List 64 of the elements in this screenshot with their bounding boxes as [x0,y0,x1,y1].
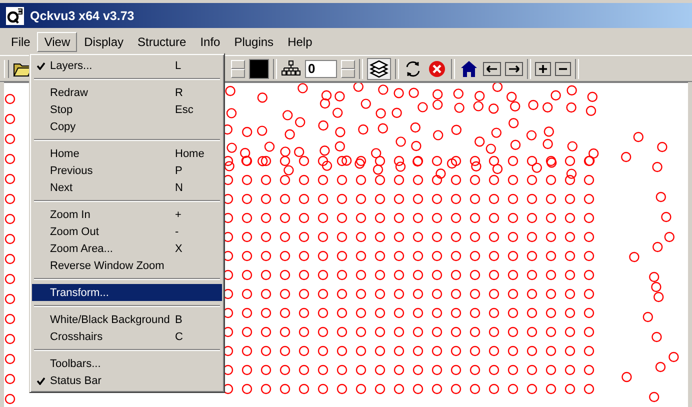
left-arrow-icon[interactable] [483,62,501,76]
menu-entry[interactable]: Redraw R [32,84,222,101]
menu-label: Home [50,148,80,160]
app-logo-icon [6,6,24,24]
menu-entry[interactable]: Stop Esc [32,101,222,118]
level-field[interactable]: 0 [305,60,337,78]
shortcut-label: P [175,164,184,176]
menu-entry[interactable]: Previous P [32,162,222,179]
menu-label: Reverse Window Zoom [50,260,166,272]
menu-label: Redraw [50,86,89,98]
menu-label: Transform... [50,286,110,298]
menu-entry[interactable]: Transform... [32,284,222,301]
spin-buttons[interactable] [341,60,355,78]
menu-label: Next [50,182,74,194]
menu-label: Crosshairs [50,330,104,342]
right-arrow-icon[interactable] [505,62,523,76]
menu-label: White/Black Background [50,314,171,326]
menu-entry[interactable]: Status Bar [32,372,222,389]
menu-label: Previous [50,164,94,176]
shortcut-label: X [175,242,184,254]
shortcut-label: R [175,86,184,98]
shortcut-label: C [175,330,184,342]
menu-item[interactable]: Info [193,32,228,52]
spin-buttons[interactable] [231,60,245,78]
menu-item[interactable]: File [4,32,38,52]
home-icon[interactable] [459,58,479,78]
layers-icon[interactable] [367,58,391,80]
menu-entry[interactable]: White/Black Background B [32,311,222,328]
menu-entry[interactable]: Toolbars... [32,355,222,372]
menu-entry[interactable]: Zoom Area... X [32,240,222,257]
menu-entry[interactable]: Layers... L [32,57,222,74]
menu-entry[interactable]: Next N [32,179,222,196]
menu-label: Stop [50,104,74,116]
shortcut-label: B [175,314,184,326]
menu-label: Zoom Out [50,226,100,238]
menu-entry[interactable]: Reverse Window Zoom [32,257,222,274]
menu-item[interactable]: Structure [130,32,194,52]
hierarchy-icon[interactable] [281,60,301,78]
menu-item[interactable]: View [37,32,78,52]
shortcut-label: N [175,182,184,194]
menu-entry[interactable]: Home Home [32,145,222,162]
menu-label: Zoom In [50,208,92,220]
stop-icon[interactable] [427,58,447,78]
shortcut-label: Home [175,148,206,160]
shortcut-label: Esc [175,104,194,116]
menu-entry[interactable]: Zoom In + [32,206,222,223]
minus-icon[interactable] [555,62,571,76]
menu-label: Layers... [50,60,94,72]
shortcut-label: - [175,226,180,238]
menu-label: Status Bar [50,374,102,386]
menu-entry[interactable]: Copy [32,118,222,135]
shortcut-label: L [175,60,182,72]
shortcut-label: + [175,208,182,220]
window-title: Qckvu3 x64 v3.73 [30,8,134,22]
color-swatch[interactable] [249,58,269,78]
menu-item[interactable]: Plugins [227,32,281,52]
menu-label: Toolbars... [50,358,102,370]
menu-item[interactable]: Help [280,32,320,52]
menu-item[interactable]: Display [77,32,130,52]
menu-label: Zoom Area... [50,242,114,254]
plus-icon[interactable] [535,62,551,76]
menu-label: Copy [50,120,77,132]
menu-entry[interactable]: Crosshairs C [32,328,222,345]
menu-entry[interactable]: Zoom Out - [32,223,222,240]
